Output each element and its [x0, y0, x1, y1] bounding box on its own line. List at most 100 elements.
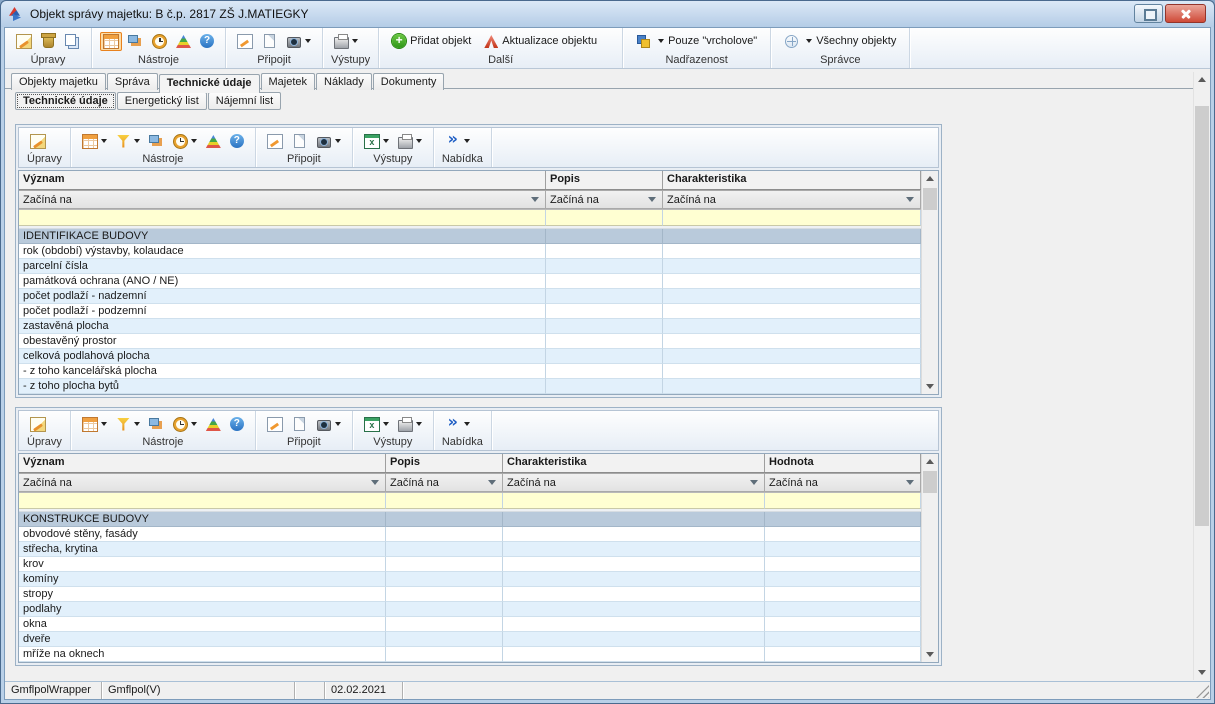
- tab-technicke-udaje[interactable]: Technické údaje: [159, 74, 260, 93]
- attach-note-button[interactable]: [264, 132, 286, 151]
- attach-note-button[interactable]: [234, 32, 256, 51]
- export-excel-button[interactable]: [361, 415, 392, 434]
- table-view-button[interactable]: [100, 32, 122, 51]
- subtab-energeticky-list[interactable]: Energetický list: [117, 92, 207, 110]
- chart-button[interactable]: [173, 32, 194, 50]
- edit-button[interactable]: [27, 415, 49, 434]
- filter-operator-dropdown[interactable]: Začíná na: [663, 190, 921, 209]
- attach-photo-button[interactable]: [283, 33, 314, 50]
- help-button[interactable]: [197, 32, 217, 50]
- hierarchy-filter-button[interactable]: Pouze "vrcholove": [631, 32, 762, 51]
- table-row[interactable]: dveře: [19, 632, 921, 647]
- table-row[interactable]: zastavěná plocha: [19, 319, 921, 334]
- filter-button[interactable]: [113, 415, 143, 434]
- table-row[interactable]: - z toho plocha bytů: [19, 379, 921, 394]
- column-header[interactable]: Popis: [546, 171, 663, 189]
- print-button[interactable]: [395, 415, 425, 434]
- table-row[interactable]: komíny: [19, 572, 921, 587]
- subtab-najemni-list[interactable]: Nájemní list: [208, 92, 281, 110]
- column-header[interactable]: Hodnota: [765, 454, 921, 472]
- tab-sprava[interactable]: Správa: [107, 73, 158, 90]
- scrollbar-thumb[interactable]: [923, 188, 937, 210]
- grid-scrollbar[interactable]: [921, 454, 938, 662]
- scroll-down-button[interactable]: [922, 646, 938, 662]
- menu-button[interactable]: [442, 415, 473, 434]
- scroll-up-button[interactable]: [922, 171, 938, 187]
- filter-input[interactable]: [503, 493, 765, 509]
- chart-button[interactable]: [203, 132, 224, 150]
- table-row[interactable]: stropy: [19, 587, 921, 602]
- column-header[interactable]: Charakteristika: [663, 171, 921, 189]
- table-row[interactable]: počet podlaží - nadzemní: [19, 289, 921, 304]
- group-header-row[interactable]: KONSTRUKCE BUDOVY: [19, 512, 921, 527]
- print-button[interactable]: [395, 132, 425, 151]
- attach-note-button[interactable]: [264, 415, 286, 434]
- chart-button[interactable]: [203, 415, 224, 433]
- history-button[interactable]: [170, 133, 200, 150]
- menu-button[interactable]: [442, 132, 473, 151]
- edit-button[interactable]: [13, 32, 35, 51]
- history-button[interactable]: [149, 33, 170, 50]
- restore-button[interactable]: [1134, 4, 1163, 23]
- table-row[interactable]: střecha, krytina: [19, 542, 921, 557]
- column-header[interactable]: Význam: [19, 454, 386, 472]
- scroll-down-button[interactable]: [922, 378, 938, 394]
- attach-document-button[interactable]: [289, 415, 310, 433]
- table-row[interactable]: celková podlahová plocha: [19, 349, 921, 364]
- content-scrollbar[interactable]: [1193, 72, 1210, 680]
- filter-button[interactable]: [113, 132, 143, 151]
- attach-photo-button[interactable]: [313, 133, 344, 150]
- filter-input[interactable]: [663, 210, 921, 226]
- table-row[interactable]: obestavěný prostor: [19, 334, 921, 349]
- scroll-down-button[interactable]: [1194, 664, 1210, 680]
- filter-operator-dropdown[interactable]: Začíná na: [19, 190, 546, 209]
- filter-input[interactable]: [19, 493, 386, 509]
- subtab-technicke-udaje[interactable]: Technické údaje: [15, 92, 116, 110]
- scrollbar-thumb[interactable]: [923, 471, 937, 493]
- attach-document-button[interactable]: [289, 132, 310, 150]
- filter-operator-dropdown[interactable]: Začíná na: [546, 190, 663, 209]
- table-row[interactable]: podlahy: [19, 602, 921, 617]
- attach-photo-button[interactable]: [313, 416, 344, 433]
- history-button[interactable]: [170, 416, 200, 433]
- tab-majetek[interactable]: Majetek: [261, 73, 316, 90]
- help-button[interactable]: [227, 415, 247, 433]
- attach-document-button[interactable]: [259, 32, 280, 50]
- table-row[interactable]: rok (období) výstavby, kolaudace: [19, 244, 921, 259]
- add-object-button[interactable]: Přidat objekt: [387, 32, 476, 50]
- filter-input[interactable]: [546, 210, 663, 226]
- table-row[interactable]: - z toho kancelářská plocha: [19, 364, 921, 379]
- table-row[interactable]: mříže na oknech: [19, 647, 921, 662]
- table-row[interactable]: okna: [19, 617, 921, 632]
- column-header[interactable]: Charakteristika: [503, 454, 765, 472]
- layers-button[interactable]: [125, 33, 146, 49]
- filter-input[interactable]: [19, 210, 546, 226]
- print-button[interactable]: [331, 32, 361, 51]
- column-header[interactable]: Význam: [19, 171, 546, 189]
- export-excel-button[interactable]: [361, 132, 392, 151]
- scroll-up-button[interactable]: [1194, 72, 1210, 88]
- manager-filter-button[interactable]: Všechny objekty: [779, 32, 901, 51]
- edit-button[interactable]: [27, 132, 49, 151]
- grid-scrollbar[interactable]: [921, 171, 938, 394]
- layers-button[interactable]: [146, 416, 167, 432]
- table-row[interactable]: krov: [19, 557, 921, 572]
- table-view-button[interactable]: [79, 132, 110, 151]
- filter-operator-dropdown[interactable]: Začíná na: [19, 473, 386, 492]
- table-row[interactable]: počet podlaží - podzemní: [19, 304, 921, 319]
- filter-operator-dropdown[interactable]: Začíná na: [503, 473, 765, 492]
- table-row[interactable]: parcelní čísla: [19, 259, 921, 274]
- scrollbar-thumb[interactable]: [1195, 106, 1209, 526]
- tab-objekty-majetku[interactable]: Objekty majetku: [11, 73, 106, 90]
- filter-operator-dropdown[interactable]: Začíná na: [386, 473, 503, 492]
- update-object-button[interactable]: Aktualizace objektu: [479, 32, 602, 50]
- group-header-row[interactable]: IDENTIFIKACE BUDOVY: [19, 229, 921, 244]
- help-button[interactable]: [227, 132, 247, 150]
- copy-button[interactable]: [62, 32, 83, 51]
- delete-button[interactable]: [38, 32, 59, 50]
- tab-dokumenty[interactable]: Dokumenty: [373, 73, 445, 90]
- close-button[interactable]: [1165, 4, 1206, 23]
- table-row[interactable]: obvodové stěny, fasády: [19, 527, 921, 542]
- layers-button[interactable]: [146, 133, 167, 149]
- filter-input[interactable]: [765, 493, 921, 509]
